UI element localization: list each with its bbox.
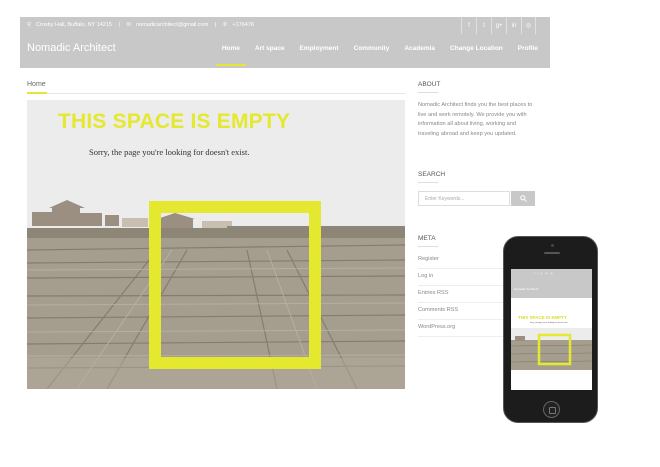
about-heading: ABOUT	[418, 81, 441, 88]
phone-text: +176476	[232, 22, 254, 28]
hero-404-image: THIS SPACE IS EMPTY Sorry, the page you'…	[27, 100, 405, 389]
search-input[interactable]: Enter Keywords...	[418, 191, 510, 206]
search-button[interactable]	[511, 191, 535, 206]
nav-academia[interactable]: Academia	[404, 45, 435, 52]
about-rule	[418, 92, 438, 93]
phone-screen: f t g in ◎ Nomadic Architect THIS SPACE …	[511, 269, 592, 390]
page: ⚲ Crosby Hall, Buffalo, NY 14215 | ✉ nomad…	[0, 0, 660, 467]
construction-site-photo	[27, 100, 405, 389]
phone-brand: Nomadic Architect	[514, 287, 539, 291]
divider: |	[214, 22, 217, 28]
search-rule	[418, 182, 438, 183]
site-logo[interactable]: Nomadic Architect	[27, 42, 116, 54]
top-bar: ⚲ Crosby Hall, Buffalo, NY 14215 | ✉ nomad…	[20, 17, 550, 34]
breadcrumb-accent	[27, 92, 47, 94]
phone-camera	[551, 244, 554, 247]
breadcrumb-divider	[27, 93, 405, 94]
linkedin-icon[interactable]: in	[506, 17, 521, 34]
location-icon: ⚲	[27, 22, 32, 28]
about-text: Nomadic Architect finds you the best pla…	[418, 102, 533, 137]
breadcrumb[interactable]: Home	[27, 81, 46, 88]
main-nav: Home Art space Employment Community Acad…	[207, 45, 538, 66]
nav-employment[interactable]: Employment	[300, 45, 339, 52]
instagram-icon[interactable]: ◎	[521, 17, 536, 34]
search-heading: SEARCH	[418, 171, 446, 178]
phone-speaker	[544, 252, 560, 254]
nav-community[interactable]: Community	[354, 45, 390, 52]
email-link[interactable]: nomadicarchitect@gmail.com	[136, 22, 208, 28]
search-icon	[519, 195, 527, 202]
phone-icon: ✆	[222, 22, 228, 28]
facebook-icon[interactable]: f	[461, 17, 476, 34]
mail-icon: ✉	[126, 22, 132, 28]
google-plus-icon[interactable]: g+	[491, 17, 506, 34]
meta-rule	[418, 246, 438, 247]
phone-mockup: f t g in ◎ Nomadic Architect THIS SPACE …	[503, 236, 598, 423]
phone-error-title: THIS SPACE IS EMPTY	[518, 315, 567, 320]
meta-heading: META	[418, 235, 436, 242]
nav-art-space[interactable]: Art space	[255, 45, 285, 52]
nav-change-location[interactable]: Change Location	[450, 45, 503, 52]
phone-social-row: f t g in ◎	[534, 272, 554, 275]
contact-info: ⚲ Crosby Hall, Buffalo, NY 14215 | ✉ nomad…	[27, 22, 259, 28]
twitter-icon[interactable]: t	[476, 17, 491, 34]
address-text: Crosby Hall, Buffalo, NY 14215	[36, 22, 112, 28]
nav-profile[interactable]: Profile	[518, 45, 538, 52]
site-header: ⚲ Crosby Hall, Buffalo, NY 14215 | ✉ nomad…	[20, 17, 550, 68]
phone-home-button	[543, 401, 560, 418]
phone-hero-image	[511, 328, 592, 370]
error-message: Sorry, the page you're looking for doesn…	[89, 147, 250, 157]
social-links: f t g+ in ◎	[461, 17, 536, 34]
divider: |	[118, 22, 120, 28]
error-title: THIS SPACE IS EMPTY	[58, 110, 291, 133]
phone-error-message: Sorry, the page you're looking for doesn…	[530, 322, 568, 324]
nav-home[interactable]: Home	[215, 45, 247, 66]
